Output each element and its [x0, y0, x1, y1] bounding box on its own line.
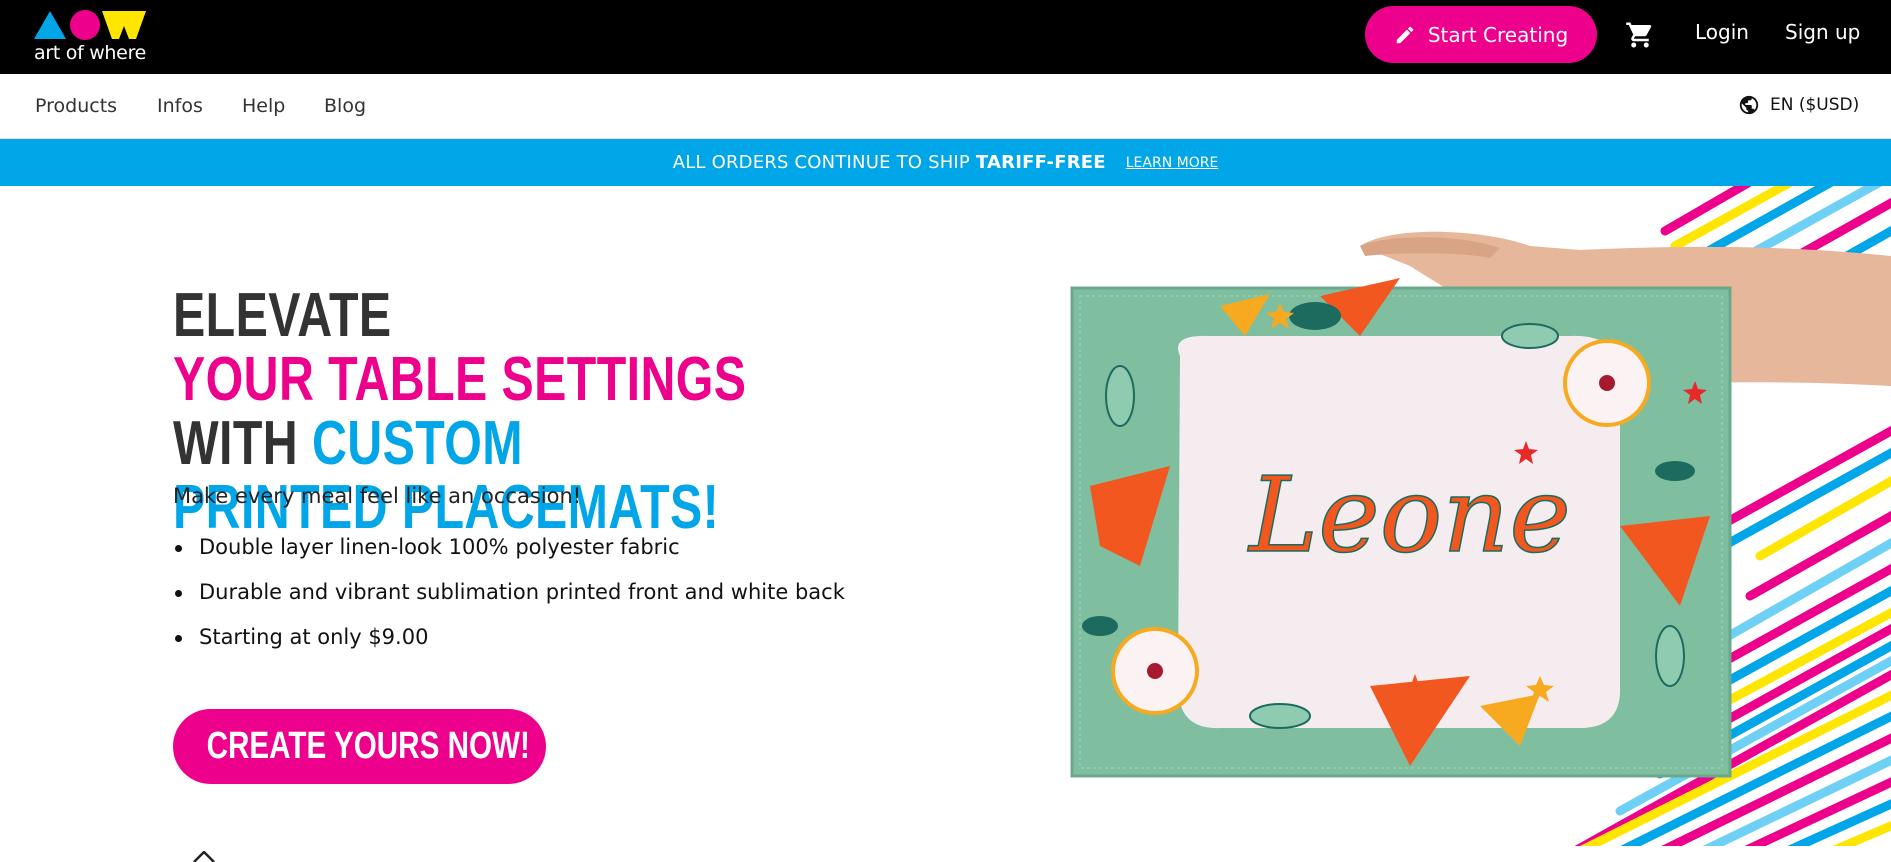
learn-more-link[interactable]: LEARN MORE	[1126, 155, 1219, 171]
hero-subtitle: Make every meal feel like an occasion!	[173, 484, 582, 508]
hero-product-image: Leone	[1070, 186, 1891, 846]
banner-text-prefix: ALL ORDERS CONTINUE TO SHIP	[672, 152, 970, 173]
create-yours-now-button[interactable]: Create yours now!	[173, 709, 546, 784]
placemat-image: Leone	[1070, 278, 1732, 778]
cta-label: Create yours now!	[206, 725, 531, 767]
language-selector[interactable]: EN ($USD)	[1738, 94, 1859, 116]
hero-title-part1: Elevate	[173, 281, 392, 350]
main-nav: Products Infos Help Blog EN ($USD)	[0, 74, 1891, 139]
signup-link[interactable]: Sign up	[1785, 20, 1860, 44]
start-creating-label: Start Creating	[1427, 22, 1569, 47]
start-creating-button[interactable]: Start Creating	[1365, 6, 1597, 63]
feature-item: Durable and vibrant sublimation printed …	[173, 575, 845, 620]
logo-text: art of where	[34, 42, 147, 64]
art-of-where-logo[interactable]: art of where	[34, 8, 154, 64]
pencil-icon	[1396, 26, 1414, 43]
feature-list: Double layer linen-look 100% polyester f…	[173, 530, 845, 665]
hero-title-part3: with	[173, 409, 299, 478]
nav-item-infos[interactable]: Infos	[157, 95, 203, 117]
feature-item: Double layer linen-look 100% polyester f…	[173, 530, 845, 575]
logo-shapes-icon	[34, 10, 146, 40]
globe-icon	[1739, 95, 1759, 115]
announcement-banner: ALL ORDERS CONTINUE TO SHIP TARIFF-FREE …	[0, 139, 1891, 186]
top-bar: art of where Start Creating Login Sign u…	[0, 0, 1891, 74]
placemat-text: Leone	[1247, 454, 1571, 576]
nav-item-help[interactable]: Help	[242, 95, 285, 117]
language-label: EN ($USD)	[1770, 95, 1860, 115]
cart-icon[interactable]	[1625, 20, 1655, 50]
banner-text: ALL ORDERS CONTINUE TO SHIP TARIFF-FREE	[673, 152, 1106, 173]
nav-item-blog[interactable]: Blog	[324, 95, 366, 117]
nav-item-products[interactable]: Products	[35, 95, 117, 117]
hero-title-part4: custom	[311, 409, 523, 478]
login-link[interactable]: Login	[1695, 20, 1749, 44]
house-icon	[193, 851, 215, 862]
banner-text-bold: TARIFF-FREE	[975, 152, 1106, 173]
hero-title-part2: your table settings	[173, 345, 747, 414]
feature-item: Starting at only $9.00	[173, 620, 845, 665]
